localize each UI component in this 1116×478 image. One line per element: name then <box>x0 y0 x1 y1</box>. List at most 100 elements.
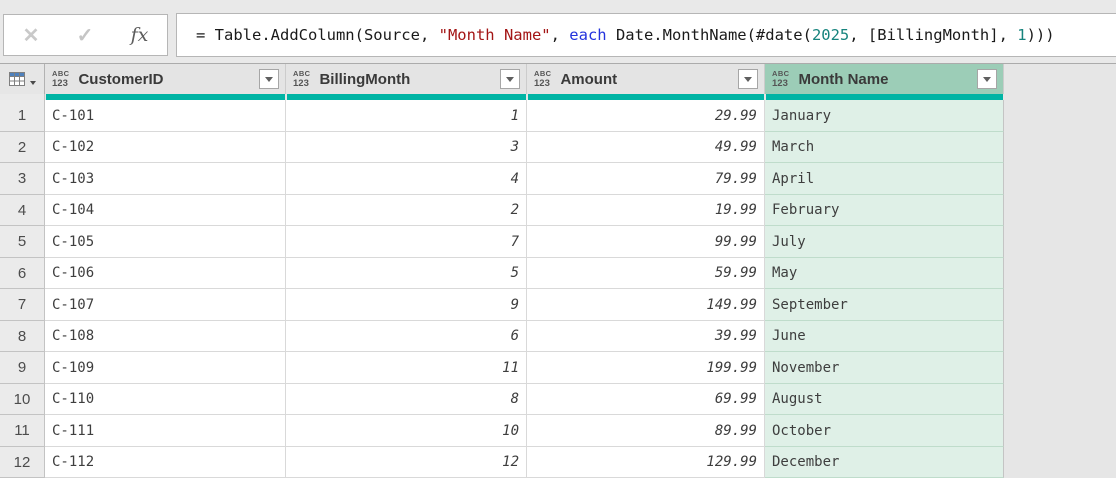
cell-month-name[interactable]: October <box>765 415 1004 447</box>
filter-dropdown-button[interactable] <box>977 69 997 89</box>
cell-customerid[interactable]: C-105 <box>45 226 286 258</box>
cell-billingmonth[interactable]: 5 <box>286 258 527 289</box>
column-header-month-name[interactable]: ABC 123 Month Name <box>765 64 1004 94</box>
column-label: BillingMonth <box>319 70 411 88</box>
cell-month-name[interactable]: June <box>765 321 1004 352</box>
type-badge-abc: ABC <box>534 69 552 78</box>
row-number[interactable]: 4 <box>0 195 45 226</box>
filter-chevron-icon <box>983 76 991 82</box>
column-type-any-icon: ABC 123 <box>293 70 310 88</box>
table-row: 12 C-112 12 129.99 December <box>0 447 1116 478</box>
cell-billingmonth[interactable]: 4 <box>286 163 527 195</box>
row-number[interactable]: 10 <box>0 384 45 415</box>
data-preview-grid: ABC 123 CustomerID ABC 123 BillingMonth ABC 123… <box>0 63 1116 478</box>
cell-billingmonth[interactable]: 12 <box>286 447 527 478</box>
filter-dropdown-button[interactable] <box>259 69 279 89</box>
commit-icon[interactable]: ✓ <box>77 23 94 48</box>
cell-customerid[interactable]: C-108 <box>45 321 286 352</box>
table-row: 8 C-108 6 39.99 June <box>0 321 1116 352</box>
cell-customerid[interactable]: C-109 <box>45 352 286 384</box>
cell-month-name[interactable]: September <box>765 289 1004 321</box>
type-badge-123: 123 <box>772 77 788 89</box>
cell-billingmonth[interactable]: 8 <box>286 384 527 415</box>
cell-amount[interactable]: 199.99 <box>527 352 765 384</box>
cell-customerid[interactable]: C-102 <box>45 132 286 163</box>
row-number[interactable]: 8 <box>0 321 45 352</box>
cell-customerid[interactable]: C-112 <box>45 447 286 478</box>
cell-customerid[interactable]: C-103 <box>45 163 286 195</box>
cell-billingmonth[interactable]: 1 <box>286 100 527 132</box>
row-number[interactable]: 9 <box>0 352 45 384</box>
row-number[interactable]: 7 <box>0 289 45 321</box>
row-number[interactable]: 11 <box>0 415 45 447</box>
formula-token-number: 2025 <box>811 26 850 44</box>
cell-customerid[interactable]: C-107 <box>45 289 286 321</box>
table-row: 2 C-102 3 49.99 March <box>0 132 1116 163</box>
table-row: 11 C-111 10 89.99 October <box>0 415 1116 447</box>
cell-customerid[interactable]: C-111 <box>45 415 286 447</box>
cell-customerid[interactable]: C-110 <box>45 384 286 415</box>
cell-billingmonth[interactable]: 10 <box>286 415 527 447</box>
column-header-amount[interactable]: ABC 123 Amount <box>527 64 765 94</box>
cell-month-name[interactable]: August <box>765 384 1004 415</box>
filter-chevron-icon <box>265 76 273 82</box>
formula-input[interactable]: = Table.AddColumn(Source, "Month Name" , … <box>176 13 1116 57</box>
row-number[interactable]: 2 <box>0 132 45 163</box>
cell-amount[interactable]: 99.99 <box>527 226 765 258</box>
cell-billingmonth[interactable]: 3 <box>286 132 527 163</box>
cell-month-name[interactable]: February <box>765 195 1004 226</box>
row-number[interactable]: 1 <box>0 100 45 132</box>
formula-token-plain: , [BillingMonth], <box>849 26 1018 44</box>
filter-dropdown-button[interactable] <box>738 69 758 89</box>
formula-token-plain: , <box>550 26 570 44</box>
cell-amount[interactable]: 149.99 <box>527 289 765 321</box>
type-badge-abc: ABC <box>772 69 790 78</box>
cell-month-name[interactable]: March <box>765 132 1004 163</box>
cell-amount[interactable]: 69.99 <box>527 384 765 415</box>
row-number[interactable]: 5 <box>0 226 45 258</box>
cell-billingmonth[interactable]: 11 <box>286 352 527 384</box>
type-badge-abc: ABC <box>293 69 311 78</box>
column-label: CustomerID <box>78 70 164 88</box>
column-label: Amount <box>560 70 618 88</box>
fx-icon[interactable]: fx <box>131 24 149 46</box>
table-row: 9 C-109 11 199.99 November <box>0 352 1116 384</box>
cancel-icon[interactable]: ✕ <box>23 23 40 48</box>
row-number[interactable]: 12 <box>0 447 45 478</box>
filter-dropdown-button[interactable] <box>500 69 520 89</box>
cell-amount[interactable]: 39.99 <box>527 321 765 352</box>
grid-header-row: ABC 123 CustomerID ABC 123 BillingMonth ABC 123… <box>0 64 1116 94</box>
cell-month-name[interactable]: November <box>765 352 1004 384</box>
select-all-table-button[interactable] <box>0 64 45 94</box>
cell-customerid[interactable]: C-101 <box>45 100 286 132</box>
cell-month-name[interactable]: April <box>765 163 1004 195</box>
row-number[interactable]: 3 <box>0 163 45 195</box>
row-number[interactable]: 6 <box>0 258 45 289</box>
cell-billingmonth[interactable]: 2 <box>286 195 527 226</box>
type-badge-abc: ABC <box>52 69 70 78</box>
cell-billingmonth[interactable]: 6 <box>286 321 527 352</box>
cell-amount[interactable]: 129.99 <box>527 447 765 478</box>
formula-bar: ✕ ✓ fx = Table.AddColumn(Source, "Month … <box>0 0 1116 63</box>
cell-month-name[interactable]: December <box>765 447 1004 478</box>
cell-month-name[interactable]: May <box>765 258 1004 289</box>
cell-amount[interactable]: 19.99 <box>527 195 765 226</box>
table-row: 1 C-101 1 29.99 January <box>0 100 1116 132</box>
cell-amount[interactable]: 59.99 <box>527 258 765 289</box>
column-header-billingmonth[interactable]: ABC 123 BillingMonth <box>286 64 527 94</box>
cell-amount[interactable]: 89.99 <box>527 415 765 447</box>
formula-token-string: "Month Name" <box>438 26 551 44</box>
column-header-customerid[interactable]: ABC 123 CustomerID <box>45 64 286 94</box>
formula-token-plain: Date.MonthName(#date( <box>606 26 812 44</box>
formula-token-plain: = Table.AddColumn(Source, <box>196 26 439 44</box>
cell-amount[interactable]: 79.99 <box>527 163 765 195</box>
cell-customerid[interactable]: C-106 <box>45 258 286 289</box>
cell-billingmonth[interactable]: 7 <box>286 226 527 258</box>
formula-token-keyword: each <box>569 26 607 44</box>
cell-amount[interactable]: 49.99 <box>527 132 765 163</box>
cell-month-name[interactable]: July <box>765 226 1004 258</box>
cell-billingmonth[interactable]: 9 <box>286 289 527 321</box>
cell-month-name[interactable]: January <box>765 100 1004 132</box>
cell-amount[interactable]: 29.99 <box>527 100 765 132</box>
cell-customerid[interactable]: C-104 <box>45 195 286 226</box>
